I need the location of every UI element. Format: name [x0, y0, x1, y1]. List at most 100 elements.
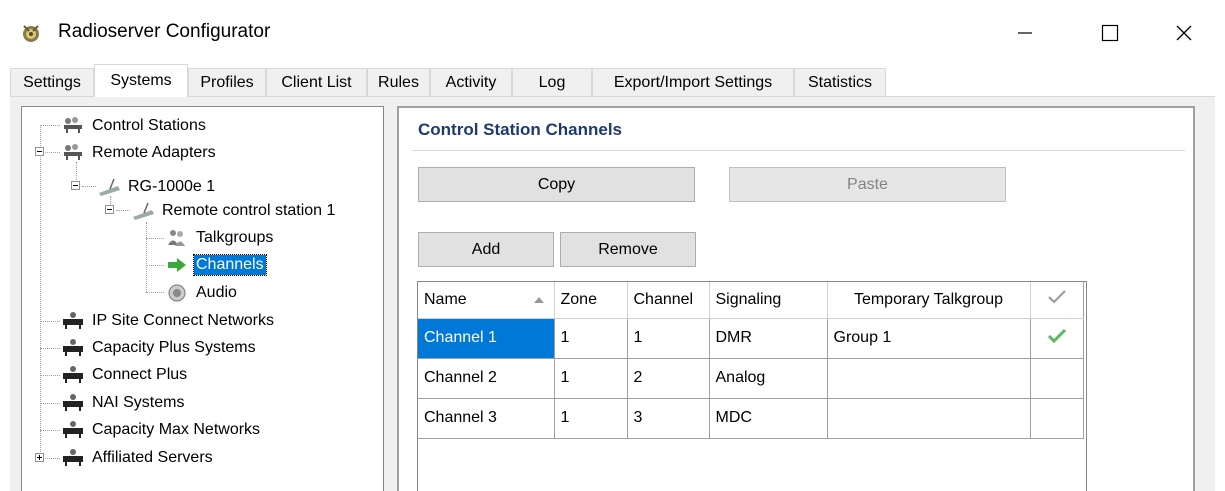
channels-grid[interactable]: Name Zone Channel Signaling Temporary Ta…	[417, 281, 1087, 491]
cell-zone[interactable]: 1	[554, 397, 628, 439]
network-nodes-icon	[64, 144, 82, 160]
cell-name[interactable]: Channel 2	[418, 357, 555, 399]
minimize-button[interactable]	[1005, 16, 1045, 50]
tab-activity[interactable]: Activity	[430, 68, 512, 96]
tree-item-label: Channels	[193, 254, 267, 276]
tree-line	[40, 348, 60, 349]
checkmark-outline-icon	[1047, 290, 1066, 304]
tree-line	[40, 125, 41, 458]
section-title: Control Station Channels	[418, 120, 622, 139]
antenna-icon	[99, 178, 120, 196]
tree-item-capacity-max-networks[interactable]: Capacity Max Networks	[60, 418, 262, 442]
tab-statistics[interactable]: Statistics	[794, 68, 886, 96]
tab-systems[interactable]: Systems	[94, 64, 188, 97]
tree-item-rg-1000e-1[interactable]: RG-1000e 1	[96, 175, 217, 199]
antenna-icon	[133, 202, 154, 220]
channels-table: Name Zone Channel Signaling Temporary Ta…	[418, 282, 1084, 439]
cell-temporary-talkgroup[interactable]: Group 1	[827, 317, 1031, 359]
cell-signaling[interactable]: DMR	[709, 317, 828, 359]
tree-item-label: Audio	[196, 284, 237, 301]
network-nodes-icon	[64, 117, 82, 133]
title-bar: Radioserver Configurator	[0, 0, 1225, 66]
tree-item-label: IP Site Connect Networks	[92, 312, 275, 329]
checkmark-icon	[1047, 328, 1066, 343]
speaker-icon	[168, 284, 186, 302]
close-icon	[1176, 25, 1192, 41]
column-header-label: Channel	[633, 290, 694, 308]
cell-channel[interactable]: 1	[627, 317, 710, 359]
cell-check[interactable]	[1030, 317, 1084, 359]
tree-item-talkgroups[interactable]: Talkgroups	[164, 226, 275, 250]
tab-log[interactable]: Log	[512, 68, 592, 96]
cell-signaling[interactable]: MDC	[709, 397, 828, 439]
tree-line	[146, 292, 164, 293]
column-header-label: Name	[424, 290, 467, 308]
column-header-check[interactable]	[1030, 282, 1084, 319]
column-header-label: Signaling	[715, 290, 782, 308]
tree-item-control-stations[interactable]: Control Stations	[60, 114, 208, 138]
cell-name[interactable]: Channel 1	[418, 317, 555, 359]
cell-name[interactable]: Channel 3	[418, 397, 555, 439]
minimize-icon	[1018, 32, 1032, 34]
tree-item-remote-adapters[interactable]: Remote Adapters	[60, 141, 218, 165]
expand-toggle[interactable]	[35, 453, 44, 462]
cell-signaling[interactable]: Analog	[709, 357, 828, 399]
tree-line	[40, 375, 60, 376]
table-row[interactable]: Channel 3 1 3 MDC	[418, 397, 1084, 439]
window-title: Radioserver Configurator	[58, 21, 271, 42]
cell-temporary-talkgroup[interactable]	[827, 397, 1031, 439]
tree-item-remote-control-station-1[interactable]: Remote control station 1	[130, 199, 337, 223]
collapse-toggle[interactable]	[105, 205, 114, 214]
cell-channel[interactable]: 2	[627, 357, 710, 399]
tree-item-nai-systems[interactable]: NAI Systems	[60, 391, 186, 415]
column-header-name[interactable]: Name	[418, 282, 555, 319]
remove-button[interactable]: Remove	[560, 232, 696, 267]
column-header-signaling[interactable]: Signaling	[709, 282, 828, 319]
tree-item-audio[interactable]: Audio	[164, 281, 239, 305]
tab-client-list[interactable]: Client List	[266, 68, 367, 96]
app-icon	[23, 25, 39, 42]
tab-settings[interactable]: Settings	[10, 68, 94, 96]
close-button[interactable]	[1164, 16, 1204, 50]
cell-temporary-talkgroup[interactable]	[827, 357, 1031, 399]
tree-line	[82, 186, 96, 187]
tree-item-affiliated-servers[interactable]: Affiliated Servers	[60, 446, 215, 470]
paste-button[interactable]: Paste	[729, 167, 1006, 202]
network-icon	[63, 449, 83, 466]
network-icon	[63, 394, 83, 411]
copy-button[interactable]: Copy	[418, 167, 695, 202]
tree-item-channels[interactable]: Channels	[164, 253, 267, 277]
cell-zone[interactable]: 1	[554, 357, 628, 399]
tab-export-import-settings[interactable]: Export/Import Settings	[592, 68, 794, 96]
group-icon	[168, 230, 185, 246]
tree-item-connect-plus[interactable]: Connect Plus	[60, 363, 189, 387]
tree-item-capacity-plus-systems[interactable]: Capacity Plus Systems	[60, 336, 258, 360]
network-icon	[63, 339, 83, 356]
add-button[interactable]: Add	[418, 232, 554, 267]
network-icon	[63, 421, 83, 438]
cell-check[interactable]	[1030, 357, 1084, 399]
tab-profiles[interactable]: Profiles	[188, 68, 266, 96]
cell-zone[interactable]: 1	[554, 317, 628, 359]
cell-check[interactable]	[1030, 397, 1084, 439]
tab-rules[interactable]: Rules	[367, 68, 430, 96]
tree-line	[40, 321, 60, 322]
cell-channel[interactable]: 3	[627, 397, 710, 439]
tree-item-label: Remote Adapters	[92, 144, 216, 161]
network-icon	[63, 312, 83, 329]
tree-line	[45, 458, 60, 459]
collapse-toggle[interactable]	[71, 181, 80, 190]
maximize-button[interactable]	[1090, 16, 1130, 50]
tree-line	[116, 210, 130, 211]
column-header-channel[interactable]: Channel	[627, 282, 710, 319]
table-row[interactable]: Channel 1 1 1 DMR Group 1	[418, 317, 1084, 359]
table-row[interactable]: Channel 2 1 2 Analog	[418, 357, 1084, 399]
network-icon	[63, 366, 83, 383]
tree-line	[146, 222, 147, 292]
collapse-toggle[interactable]	[35, 147, 44, 156]
column-header-label: Zone	[560, 290, 597, 308]
column-header-zone[interactable]: Zone	[554, 282, 628, 319]
tree-item-ip-site-connect-networks[interactable]: IP Site Connect Networks	[60, 309, 276, 333]
column-header-temporary-talkgroup[interactable]: Temporary Talkgroup	[827, 282, 1031, 319]
tree-line	[40, 125, 60, 126]
